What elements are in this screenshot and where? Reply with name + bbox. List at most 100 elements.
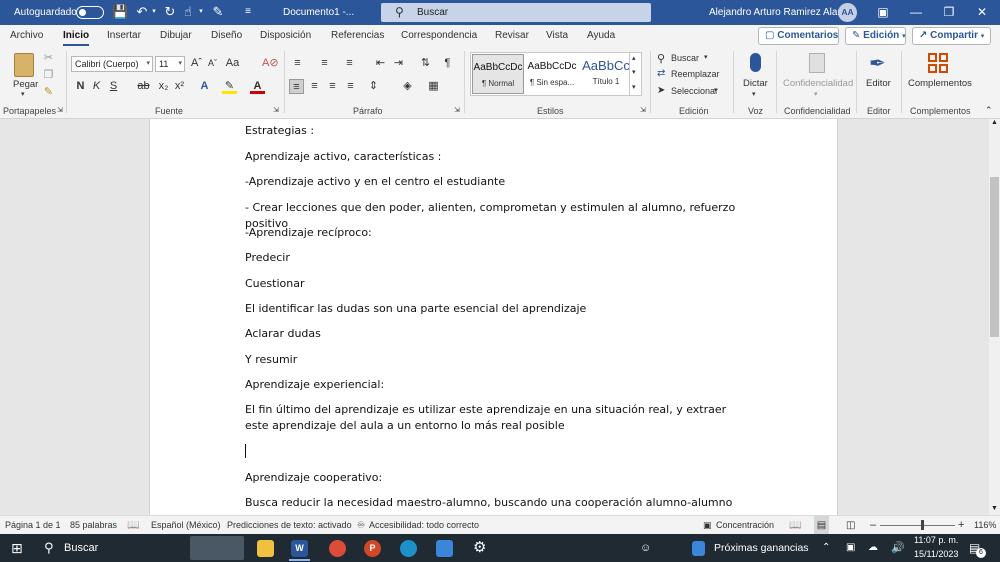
style-normal[interactable]: AaBbCcDc ¶ Normal <box>472 54 524 94</box>
settings-gear-icon[interactable]: ⚙ <box>473 534 486 562</box>
tab-ayuda[interactable]: Ayuda <box>587 25 615 47</box>
doc-paragraph[interactable]: Aprendizaje cooperativo: <box>245 470 745 486</box>
undo-dropdown-icon[interactable]: ▾ <box>150 4 158 20</box>
doc-paragraph[interactable]: Aprendizaje activo, características : <box>245 149 745 165</box>
doc-paragraph[interactable]: Aclarar dudas <box>245 326 745 342</box>
avatar[interactable]: AA <box>838 3 857 22</box>
scroll-up-icon[interactable]: ▲ <box>991 119 998 126</box>
customize-toolbar-icon[interactable]: ≡ <box>240 4 256 20</box>
page-count[interactable]: Página 1 de 1 <box>5 516 61 535</box>
tab-diseno[interactable]: Diseño <box>211 25 242 47</box>
minimize-icon[interactable]: — <box>899 0 933 25</box>
accessibility-status[interactable]: Accesibilidad: todo correcto <box>369 516 479 535</box>
news-widget[interactable]: Próximas ganancias <box>714 534 809 562</box>
cut-icon[interactable]: ✂ <box>41 51 56 66</box>
network-icon[interactable]: ☁ <box>868 534 878 562</box>
doc-paragraph[interactable]: Y resumir <box>245 352 745 368</box>
news-icon[interactable] <box>692 541 705 556</box>
paste-button[interactable]: Pegar ▾ <box>10 51 38 98</box>
text-predictions[interactable]: Predicciones de texto: activado <box>227 516 352 535</box>
find-button[interactable]: ⚲ Buscar ▾ <box>656 51 726 66</box>
styles-scroller[interactable]: ▴ ▾ ▾ <box>629 52 641 96</box>
subscript-icon[interactable]: x₂ <box>156 79 171 94</box>
font-color-icon[interactable]: A <box>250 79 265 94</box>
increase-indent-icon[interactable]: ⇥ <box>391 56 406 71</box>
search-highlight-image[interactable] <box>190 536 244 560</box>
taskbar-search[interactable]: Buscar <box>64 534 98 562</box>
borders-icon[interactable]: ▦ <box>426 79 441 94</box>
language[interactable]: Español (México) <box>151 516 221 535</box>
justify-icon[interactable]: ≡ <box>343 79 358 94</box>
superscript-icon[interactable]: x² <box>172 79 187 94</box>
search-box[interactable]: ⚲ Buscar <box>381 3 651 22</box>
text-effects-icon[interactable]: A <box>197 79 212 94</box>
print-layout-icon[interactable]: ▤ <box>814 516 829 535</box>
search-icon[interactable]: ⚲ <box>44 534 54 562</box>
clear-formatting-icon[interactable]: A⊘ <box>262 56 279 71</box>
web-layout-icon[interactable]: ◫ <box>846 516 855 535</box>
focus-mode[interactable]: Concentración <box>716 516 774 535</box>
ribbon-display-icon[interactable]: ▣ <box>866 0 900 25</box>
style-heading-1[interactable]: AaBbCc Título 1 <box>580 54 632 94</box>
collapse-ribbon-icon[interactable]: ⌃ <box>985 105 993 116</box>
doc-paragraph[interactable]: El fin último del aprendizaje es utiliza… <box>245 402 745 434</box>
share-button[interactable]: ↗ Compartir ▾ <box>912 27 991 45</box>
comments-button[interactable]: ▢ Comentarios <box>758 27 839 45</box>
doc-paragraph[interactable]: El identificar las dudas son una parte e… <box>245 301 745 317</box>
edge-icon[interactable] <box>400 540 417 557</box>
proofing-icon[interactable]: 📖 <box>127 516 139 535</box>
doc-paragraph[interactable]: Predecir <box>245 250 745 266</box>
replace-button[interactable]: ⇄ Reemplazar <box>656 67 726 82</box>
format-painter-icon[interactable]: ✎ <box>41 85 56 100</box>
select-button[interactable]: ➤ Seleccionar ▾ <box>656 84 726 99</box>
close-icon[interactable]: ✕ <box>965 0 999 25</box>
bold-icon[interactable]: N <box>73 79 88 94</box>
clock-date[interactable]: 15/11/2023 <box>914 547 958 561</box>
change-case-icon[interactable]: Aa <box>225 56 240 71</box>
windows-start-icon[interactable]: ⊞ <box>11 534 23 562</box>
doc-paragraph[interactable]: -Aprendizaje recíproco: <box>245 225 745 241</box>
align-left-icon[interactable]: ≡ <box>289 79 304 94</box>
clock-time[interactable]: 11:07 p. m. <box>914 533 958 547</box>
scroll-down-icon[interactable]: ▼ <box>991 505 998 512</box>
tab-insertar[interactable]: Insertar <box>107 25 141 47</box>
tab-archivo[interactable]: Archivo <box>10 25 43 47</box>
tab-disposicion[interactable]: Disposición <box>260 25 311 47</box>
strikethrough-icon[interactable]: ab <box>136 79 151 94</box>
file-explorer-icon[interactable] <box>257 540 274 557</box>
doc-paragraph[interactable]: Estrategias : <box>245 123 745 139</box>
chevron-up-icon[interactable]: ⌃ <box>822 534 830 562</box>
word-app-icon[interactable]: W <box>291 540 308 557</box>
font-size-combo[interactable]: 11 ▾ <box>155 56 185 72</box>
dictate-button[interactable]: Dictar ▾ <box>740 51 772 101</box>
tab-vista[interactable]: Vista <box>546 25 568 47</box>
scrollbar-thumb[interactable] <box>990 177 999 337</box>
people-icon[interactable]: ☺ <box>640 534 651 562</box>
multilevel-list-icon[interactable]: ≡ <box>342 56 357 71</box>
tray-app-icon[interactable]: ▣ <box>846 534 855 562</box>
redo-icon[interactable]: ↻ <box>162 4 178 20</box>
store-icon[interactable] <box>436 540 453 557</box>
underline-icon[interactable]: S <box>106 79 121 94</box>
doc-paragraph[interactable]: Aprendizaje experiencial: <box>245 377 745 393</box>
user-name[interactable]: Alejandro Arturo Ramirez Alanis <box>709 0 850 25</box>
document-page[interactable]: Estrategias : Aprendizaje activo, caract… <box>149 119 838 515</box>
zoom-level[interactable]: 116% <box>974 516 996 535</box>
line-spacing-icon[interactable]: ⇕ <box>366 79 381 94</box>
zoom-out-icon[interactable]: – <box>870 516 876 535</box>
show-marks-icon[interactable]: ¶ <box>440 56 455 71</box>
decrease-indent-icon[interactable]: ⇤ <box>373 56 388 71</box>
addins-button[interactable]: Complementos <box>906 51 972 101</box>
shrink-font-icon[interactable]: Aˇ <box>205 56 220 71</box>
chrome-icon[interactable] <box>329 540 346 557</box>
italic-icon[interactable]: K <box>89 79 104 94</box>
zoom-in-icon[interactable]: + <box>958 516 964 535</box>
powerpoint-icon[interactable]: P <box>364 540 381 557</box>
sort-icon[interactable]: ⇅ <box>418 56 433 71</box>
paragraph-launcher-icon[interactable]: ⇲ <box>454 106 460 114</box>
editing-mode-button[interactable]: ✎ Edición ▾ <box>845 27 906 45</box>
maximize-icon[interactable]: ❐ <box>932 0 966 25</box>
touch-dropdown-icon[interactable]: ▾ <box>197 4 205 20</box>
doc-paragraph[interactable]: Cuestionar <box>245 276 745 292</box>
tab-revisar[interactable]: Revisar <box>495 25 529 47</box>
